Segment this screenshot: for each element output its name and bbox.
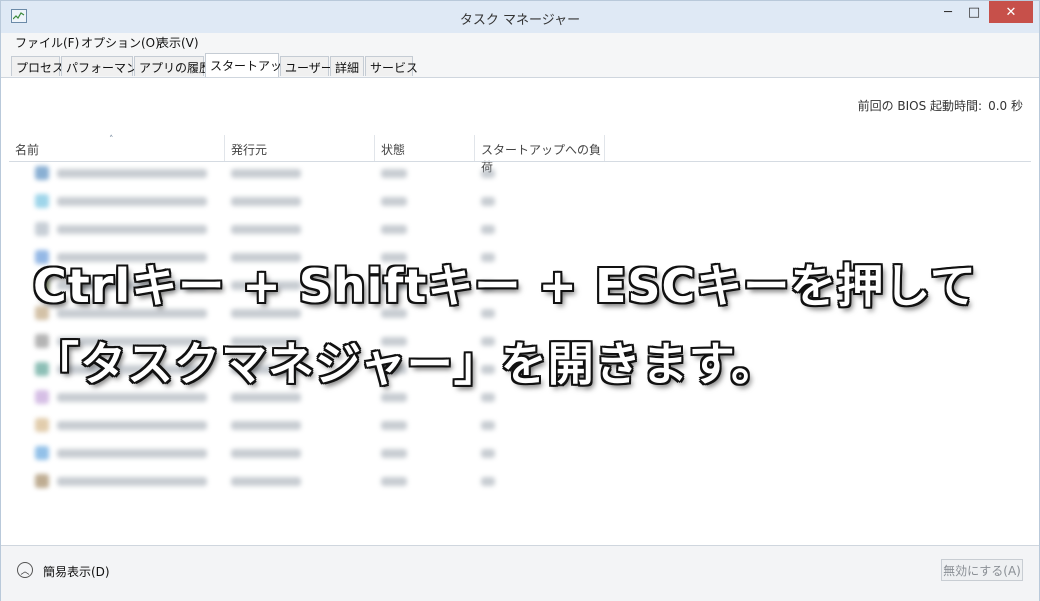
tab-startup[interactable]: スタートアップ <box>205 53 294 77</box>
blurred-cell <box>381 477 407 486</box>
blurred-cell <box>231 421 301 430</box>
tab-performance[interactable]: パフォーマンス <box>61 56 150 76</box>
blurred-cell <box>57 393 207 402</box>
header-divider <box>9 161 1031 162</box>
table-row[interactable] <box>17 388 577 408</box>
app-icon <box>35 194 49 208</box>
blurred-cell <box>381 421 407 430</box>
maximize-button[interactable]: □ <box>959 1 989 23</box>
blurred-cell <box>231 449 301 458</box>
close-button[interactable]: ✕ <box>989 1 1033 23</box>
disable-button[interactable]: 無効にする(A) <box>941 559 1023 581</box>
tab-bar: プロセス パフォーマンス アプリの履歴 スタートアップ ユーザー 詳細 サービス <box>1 51 1039 78</box>
blurred-cell <box>57 421 207 430</box>
blurred-cell <box>231 225 301 234</box>
app-icon <box>35 390 49 404</box>
app-icon <box>35 446 49 460</box>
menu-file[interactable]: ファイル(F) <box>15 34 79 51</box>
app-icon <box>35 474 49 488</box>
task-manager-window: タスク マネージャー ─ □ ✕ ファイル(F) オプション(O) 表示(V) … <box>0 0 1040 601</box>
blurred-cell <box>231 477 301 486</box>
app-icon <box>35 418 49 432</box>
bios-time-value: 0.0 秒 <box>988 99 1023 113</box>
bios-time: 前回の BIOS 起動時間: 0.0 秒 <box>858 97 1023 114</box>
blurred-cell <box>231 197 301 206</box>
blurred-cell <box>57 225 207 234</box>
blurred-cell <box>381 197 407 206</box>
blurred-cell <box>231 393 301 402</box>
blurred-cell <box>481 421 495 430</box>
tab-processes[interactable]: プロセス <box>11 56 64 76</box>
menu-view[interactable]: 表示(V) <box>157 34 199 51</box>
column-header-status[interactable]: 状態 <box>375 135 475 161</box>
table-row[interactable] <box>17 472 577 492</box>
blurred-cell <box>481 477 495 486</box>
title-bar[interactable]: タスク マネージャー ─ □ ✕ <box>1 1 1039 33</box>
blurred-cell <box>481 169 495 178</box>
table-row[interactable] <box>17 220 577 240</box>
app-icon <box>35 222 49 236</box>
table-row[interactable] <box>17 416 577 436</box>
blurred-cell <box>231 169 301 178</box>
tab-services[interactable]: サービス <box>365 56 418 76</box>
chevron-up-icon[interactable]: ︿ <box>17 562 33 578</box>
bios-time-label: 前回の BIOS 起動時間: <box>857 99 983 113</box>
blurred-cell <box>57 169 207 178</box>
blurred-cell <box>57 197 207 206</box>
window-title: タスク マネージャー <box>459 13 581 28</box>
tab-app-history[interactable]: アプリの履歴 <box>134 56 211 76</box>
blurred-cell <box>57 449 207 458</box>
blurred-cell <box>481 225 495 234</box>
footer-bar: ︿ 簡易表示(D) 無効にする(A) <box>1 545 1039 601</box>
app-icon <box>35 166 49 180</box>
blurred-cell <box>381 225 407 234</box>
overlay-caption-line2: 「タスクマネジャー」を開きます。 <box>33 337 779 391</box>
menu-bar: ファイル(F) オプション(O) 表示(V) <box>1 33 1039 51</box>
tab-details[interactable]: 詳細 <box>330 56 364 76</box>
fewer-details-link[interactable]: 簡易表示(D) <box>43 563 110 580</box>
table-row[interactable] <box>17 444 577 464</box>
table-row[interactable] <box>17 192 577 212</box>
blurred-cell <box>381 393 407 402</box>
blurred-cell <box>481 393 495 402</box>
column-header-startup-impact[interactable]: スタートアップへの負荷 <box>475 135 605 174</box>
blurred-cell <box>381 449 407 458</box>
overlay-caption-line1: Ctrlキー + Shiftキー + ESCキーを押して <box>33 259 977 313</box>
blurred-cell <box>481 449 495 458</box>
blurred-cell <box>381 169 407 178</box>
menu-options[interactable]: オプション(O) <box>81 34 160 51</box>
column-header-publisher[interactable]: 発行元 <box>225 135 375 161</box>
column-header-name[interactable]: 名前 <box>9 135 225 161</box>
blurred-cell <box>57 477 207 486</box>
blurred-cell <box>481 197 495 206</box>
tab-users[interactable]: ユーザー <box>280 56 333 76</box>
table-row[interactable] <box>17 164 577 184</box>
